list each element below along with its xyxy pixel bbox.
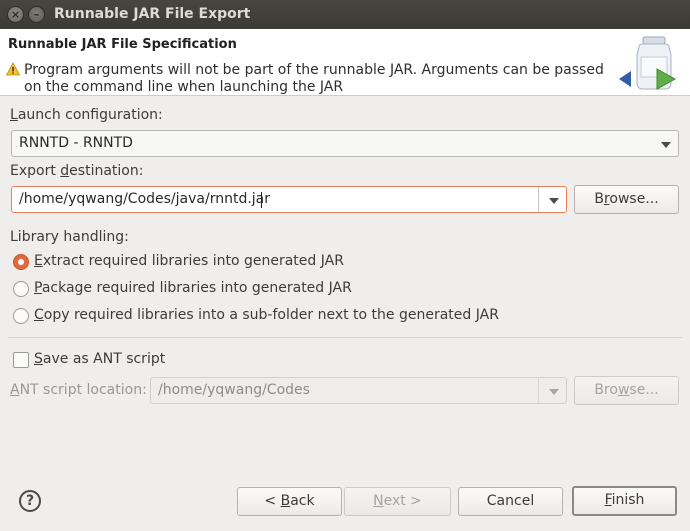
window-title: Runnable JAR File Export [54,6,251,22]
launch-configuration-value: RNNTD - RNNTD [19,135,133,151]
chevron-down-icon [661,142,671,148]
help-icon[interactable]: ? [19,490,41,512]
chevron-down-icon[interactable] [549,198,559,204]
banner-message: Program arguments will not be part of th… [24,62,604,95]
close-icon: × [10,8,21,21]
label-mnemonic: P [34,280,42,296]
label-mnemonic: E [34,253,43,269]
button-text: < [264,493,281,509]
label-mnemonic: A [10,382,20,398]
button-text: se... [629,382,659,398]
minimize-icon: – [33,8,40,21]
save-ant-script-checkbox[interactable] [13,352,29,368]
export-destination-combo[interactable]: /home/yqwang/Codes/java/rnntd.jar [11,186,567,213]
label-text: estination: [69,163,144,179]
copy-libraries-label[interactable]: Copy required libraries into a sub-folde… [34,307,499,323]
package-libraries-radio[interactable] [13,281,29,297]
library-handling-label: Library handling: [10,229,129,245]
combo-separator [538,187,539,212]
package-libraries-label[interactable]: Package required libraries into generate… [34,280,352,296]
button-text: ack [290,493,315,509]
label-mnemonic: L [10,107,18,123]
jar-export-icon [619,36,677,90]
button-mnemonic: N [373,493,384,509]
label-text: NT script location: [19,382,147,398]
save-ant-script-label[interactable]: Save as ANT script [34,351,165,367]
copy-libraries-radio[interactable] [13,308,29,324]
window-titlebar: × – Runnable JAR File Export [0,0,690,29]
label-text: ave as ANT script [42,351,166,367]
finish-button[interactable]: Finish [572,486,677,516]
export-destination-browse-button[interactable]: Browse... [574,185,679,214]
button-text: owse... [609,191,659,207]
ant-script-location-label: ANT script location: [10,382,147,398]
wizard-banner: Runnable JAR File Specification Program … [0,29,690,96]
chevron-down-icon [549,389,559,395]
label-text: aunch configuration: [17,107,163,123]
ant-script-location-combo: /home/yqwang/Codes [150,377,567,404]
window-close-button[interactable]: × [7,6,24,23]
launch-configuration-label: Launch configuration: [10,107,163,123]
launch-configuration-select[interactable]: RNNTD - RNNTD [11,130,679,157]
divider [8,337,682,338]
text-cursor [261,192,262,208]
ant-script-location-value: /home/yqwang/Codes [158,382,310,398]
button-mnemonic: w [617,382,630,398]
combo-separator [538,378,539,403]
button-text: inish [611,492,645,508]
label-mnemonic: C [34,307,44,323]
label-mnemonic: d [60,163,70,179]
extract-libraries-radio[interactable] [13,254,29,270]
extract-libraries-label[interactable]: Extract required libraries into generate… [34,253,344,269]
label-text: opy required libraries into a sub-folder… [43,307,499,323]
button-text: B [594,191,604,207]
label-text: xtract required libraries into generated… [42,253,344,269]
cancel-button[interactable]: Cancel [458,487,563,516]
back-button[interactable]: < Back [237,487,342,516]
ant-script-browse-button: Browse... [574,376,679,405]
label-mnemonic: S [34,351,43,367]
button-text: ext > [383,493,422,509]
next-button: Next > [344,487,451,516]
label-text: Export [10,163,61,179]
button-text: Bro [594,382,618,398]
banner-title: Runnable JAR File Specification [8,37,237,52]
export-destination-input[interactable]: /home/yqwang/Codes/java/rnntd.jar [19,191,270,207]
warning-icon [6,62,20,76]
export-destination-label: Export destination: [10,163,143,179]
label-text: ackage required libraries into generated… [41,280,352,296]
button-mnemonic: F [604,492,612,508]
button-mnemonic: B [280,493,291,509]
window-minimize-button[interactable]: – [28,6,45,23]
